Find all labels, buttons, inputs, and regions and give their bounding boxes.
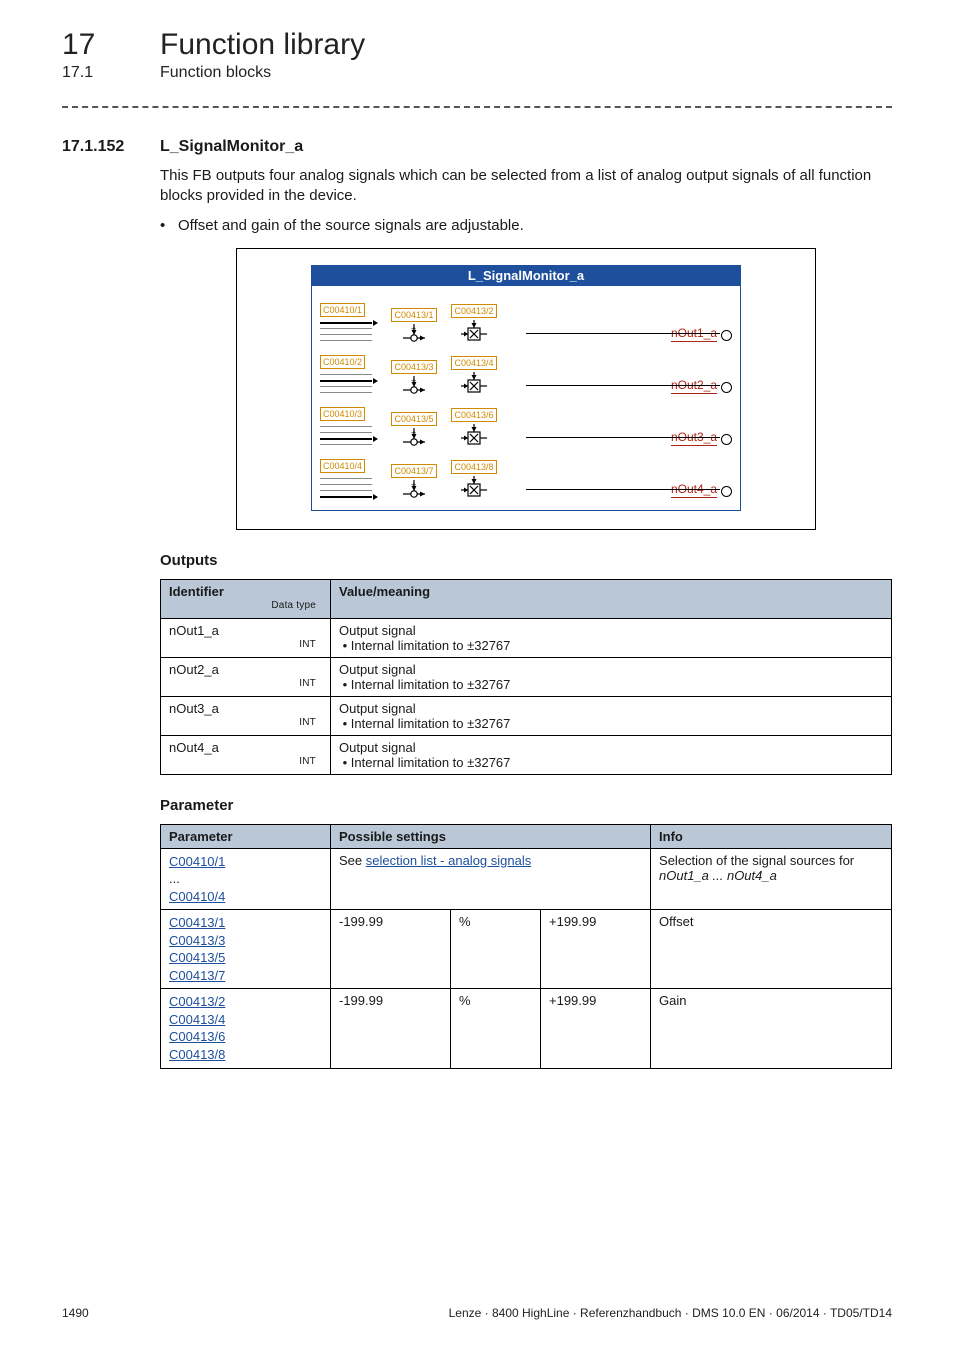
diagram-output-label: nOut1_a: [671, 326, 717, 342]
param-link[interactable]: C00413/5: [169, 949, 322, 967]
param-col-info: Info: [651, 824, 892, 848]
diagram-title: L_SignalMonitor_a: [311, 265, 741, 286]
outputs-col-value: Value/meaning: [331, 579, 892, 618]
divider: [62, 106, 892, 108]
bullet-text: Offset and gain of the source signals ar…: [178, 217, 524, 234]
bullet-dot: •: [160, 217, 178, 234]
intro-paragraph: This FB outputs four analog signals whic…: [160, 166, 892, 207]
diagram-signal-row: C00410/3 C00413/5 + C00413/6 nOut3_a: [320, 400, 732, 446]
section-number-top: 17.1: [62, 64, 160, 82]
gain-icon: [444, 424, 504, 446]
offset-icon: +: [384, 428, 444, 446]
see-prefix: See: [339, 853, 366, 868]
section-title-top: Function blocks: [160, 64, 271, 82]
param-link[interactable]: C00410/4: [169, 888, 322, 906]
outputs-heading: Outputs: [160, 552, 892, 569]
output-value-main: Output signal: [339, 623, 883, 638]
diagram-gain-code: C00413/8: [451, 460, 496, 474]
diagram-select-code: C00410/2: [320, 355, 365, 369]
diagram-signal-row: C00410/4 C00413/7 + C00413/8 nOut4_a: [320, 452, 732, 498]
output-identifier: nOut2_a: [169, 662, 322, 677]
subsection-number: 17.1.152: [62, 138, 160, 156]
chapter-number: 17: [62, 28, 160, 62]
param-link[interactable]: C00413/2: [169, 993, 322, 1011]
output-datatype: INT: [299, 639, 316, 650]
table-row: nOut3_aINT Output signal • Internal limit…: [161, 696, 892, 735]
param-max: +199.99: [541, 910, 651, 989]
offset-icon: +: [384, 324, 444, 342]
offset-icon: +: [384, 480, 444, 498]
param-max: +199.99: [541, 989, 651, 1068]
selection-list-link[interactable]: selection list - analog signals: [366, 853, 531, 868]
param-unit: %: [451, 910, 541, 989]
parameter-table: Parameter Possible settings Info C00410/…: [160, 824, 892, 1069]
diagram-signal-row: C00410/2 C00413/3 + C00413/4 nOut2_a: [320, 348, 732, 394]
table-row: nOut1_aINT Output signal • Internal limit…: [161, 618, 892, 657]
diagram-gain-code: C00413/2: [451, 304, 496, 318]
outputs-col-identifier: Identifier: [169, 584, 224, 599]
diagram-output-label: nOut2_a: [671, 378, 717, 394]
diagram-output-label: nOut3_a: [671, 430, 717, 446]
output-value-main: Output signal: [339, 662, 883, 677]
param-col-parameter: Parameter: [161, 824, 331, 848]
param-col-settings: Possible settings: [331, 824, 651, 848]
diagram-select-code: C00410/4: [320, 459, 365, 473]
table-row: nOut4_aINT Output signal • Internal limit…: [161, 735, 892, 774]
output-value-main: Output signal: [339, 740, 883, 755]
param-link[interactable]: C00413/6: [169, 1028, 322, 1046]
output-value-main: Output signal: [339, 701, 883, 716]
output-datatype: INT: [299, 717, 316, 728]
subsection-title: L_SignalMonitor_a: [160, 138, 303, 156]
block-diagram: L_SignalMonitor_a C00410/1C00413/1+C0041…: [236, 248, 816, 530]
diagram-offset-code: C00413/7: [391, 464, 436, 478]
param-link[interactable]: C00410/1: [169, 853, 322, 871]
output-identifier: nOut1_a: [169, 623, 322, 638]
diagram-offset-code: C00413/3: [391, 360, 436, 374]
diagram-gain-code: C00413/4: [451, 356, 496, 370]
footer-info: Lenze · 8400 HighLine · Referenzhandbuch…: [449, 1306, 892, 1320]
output-identifier: nOut3_a: [169, 701, 322, 716]
output-value-sub: • Internal limitation to ±32767: [339, 677, 510, 692]
chapter-title: Function library: [160, 28, 365, 62]
outputs-table: Identifier Data type Value/meaning nOut1…: [160, 579, 892, 775]
param-info: Offset: [651, 910, 892, 989]
param-link[interactable]: C00413/7: [169, 967, 322, 985]
param-info-line: nOut1_a ... nOut4_a: [659, 868, 777, 883]
param-link[interactable]: C00413/3: [169, 932, 322, 950]
param-ellipsis: ...: [169, 870, 322, 888]
diagram-select-code: C00410/3: [320, 407, 365, 421]
param-link[interactable]: C00413/4: [169, 1011, 322, 1029]
output-identifier: nOut4_a: [169, 740, 322, 755]
output-port-icon: [721, 434, 732, 445]
output-datatype: INT: [299, 756, 316, 767]
diagram-offset-code: C00413/1: [391, 308, 436, 322]
page-number: 1490: [62, 1306, 89, 1320]
param-min: -199.99: [331, 989, 451, 1068]
parameter-heading: Parameter: [160, 797, 892, 814]
output-value-sub: • Internal limitation to ±32767: [339, 755, 510, 770]
diagram-output-label: nOut4_a: [671, 482, 717, 498]
param-info: Gain: [651, 989, 892, 1068]
output-port-icon: [721, 486, 732, 497]
output-datatype: INT: [299, 678, 316, 689]
diagram-select-code: C00410/1: [320, 303, 365, 317]
param-info-line: Selection of the signal sources for: [659, 853, 854, 868]
output-port-icon: [721, 382, 732, 393]
output-port-icon: [721, 330, 732, 341]
param-link[interactable]: C00413/1: [169, 914, 322, 932]
output-value-sub: • Internal limitation to ±32767: [339, 716, 510, 731]
diagram-offset-code: C00413/5: [391, 412, 436, 426]
outputs-col-datatype: Data type: [271, 600, 316, 611]
gain-icon: [444, 476, 504, 498]
gain-icon: [444, 320, 504, 342]
param-unit: %: [451, 989, 541, 1068]
diagram-gain-code: C00413/6: [451, 408, 496, 422]
table-row: nOut2_aINT Output signal • Internal limit…: [161, 657, 892, 696]
diagram-signal-row: C00410/1 C00413/1 + C00413/2 nOut1_a: [320, 296, 732, 342]
output-value-sub: • Internal limitation to ±32767: [339, 638, 510, 653]
offset-icon: +: [384, 376, 444, 394]
param-link[interactable]: C00413/8: [169, 1046, 322, 1064]
gain-icon: [444, 372, 504, 394]
param-min: -199.99: [331, 910, 451, 989]
